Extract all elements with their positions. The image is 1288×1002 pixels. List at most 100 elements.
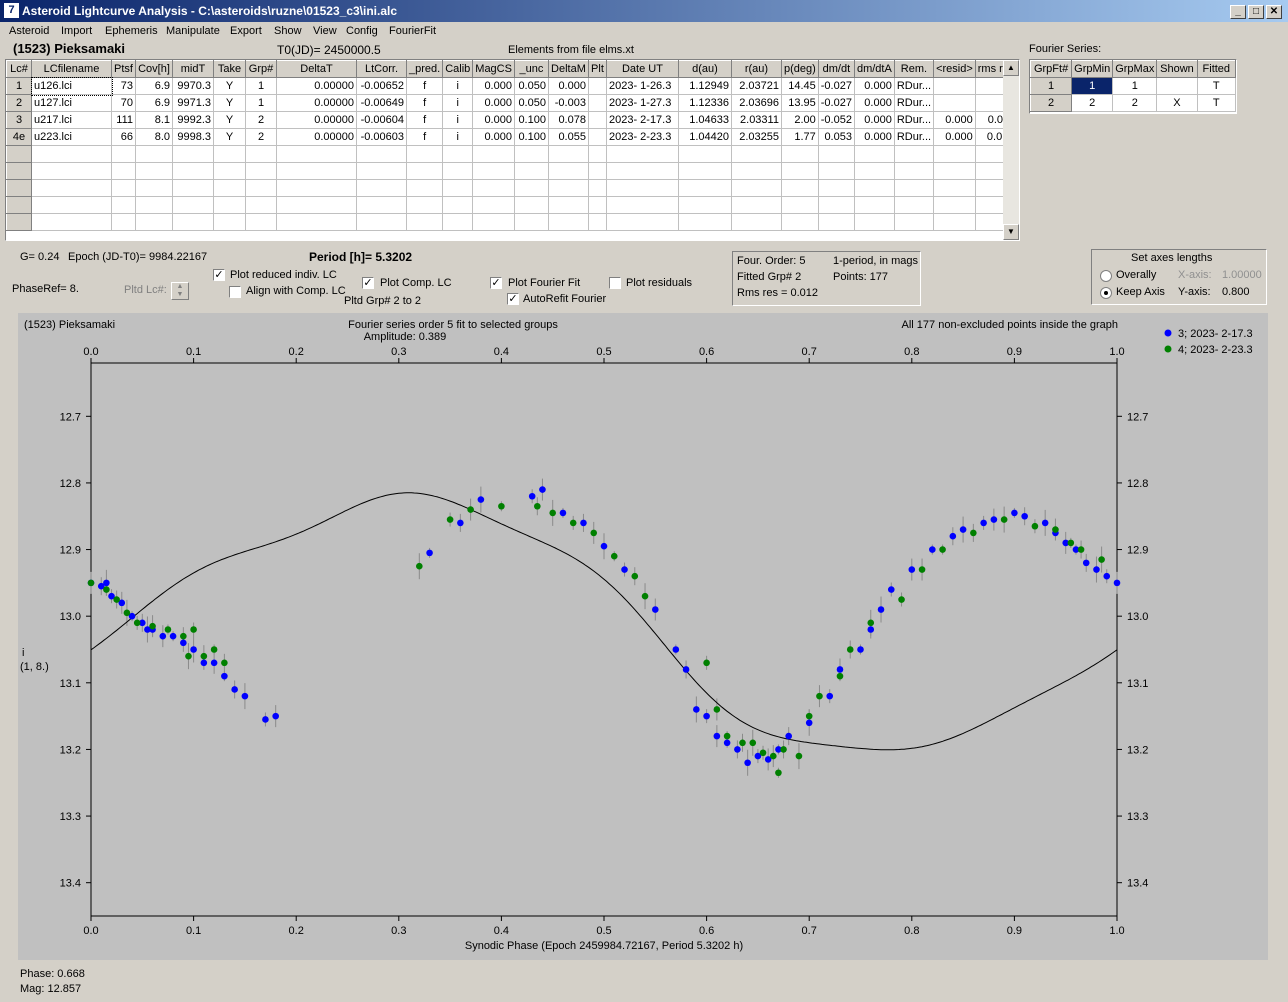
table-cell[interactable] (276, 179, 357, 197)
fourier-column-header[interactable]: GrpMin (1071, 60, 1114, 78)
table-cell[interactable] (933, 179, 976, 197)
table-cell[interactable] (245, 145, 277, 163)
table-cell[interactable]: u223.lci (31, 128, 112, 146)
table-cell[interactable] (172, 196, 214, 214)
table-cell[interactable]: 1.77 (780, 128, 819, 146)
fourier-cell[interactable]: 2 (1112, 94, 1158, 112)
fourier-cell[interactable]: 1 (1071, 77, 1114, 95)
table-cell[interactable] (356, 145, 407, 163)
table-cell[interactable] (405, 145, 444, 163)
table-cell[interactable]: Y (213, 77, 246, 95)
column-header[interactable]: Cov[h] (135, 60, 173, 78)
table-cell[interactable] (135, 162, 173, 180)
table-cell[interactable]: 2023- 1-27.3 (605, 94, 679, 112)
row-header[interactable] (6, 162, 32, 180)
plot-fourier-checkbox[interactable]: ✓ (490, 277, 502, 289)
table-cell[interactable] (172, 162, 214, 180)
table-cell[interactable]: 0.00000 (276, 128, 357, 146)
fourier-row-header[interactable]: 2 (1030, 94, 1073, 112)
table-cell[interactable]: 9971.3 (172, 94, 214, 112)
menu-asteroid[interactable]: Asteroid (9, 25, 49, 37)
table-cell[interactable]: 6.9 (135, 77, 173, 95)
table-cell[interactable] (31, 196, 112, 214)
row-header[interactable]: 3 (6, 111, 32, 129)
table-cell[interactable] (513, 145, 549, 163)
column-header[interactable]: Grp# (245, 60, 277, 78)
column-header[interactable]: MagCS (472, 60, 515, 78)
table-cell[interactable] (677, 179, 732, 197)
table-cell[interactable]: -0.00652 (356, 77, 407, 95)
column-header[interactable]: midT (172, 60, 214, 78)
fourier-row-header[interactable]: 1 (1030, 77, 1073, 95)
keep-axis-radio[interactable] (1100, 287, 1112, 299)
column-header[interactable]: d(au) (677, 60, 732, 78)
table-cell[interactable]: u126.lci (30, 76, 113, 96)
table-cell[interactable]: 0.000 (472, 77, 515, 95)
row-header[interactable]: 2 (6, 94, 32, 112)
table-cell[interactable]: 0.00000 (276, 77, 357, 95)
column-header[interactable]: DeltaM (547, 60, 589, 78)
table-cell[interactable] (893, 179, 935, 197)
table-cell[interactable] (605, 162, 679, 180)
menu-manipulate[interactable]: Manipulate (166, 25, 220, 37)
table-cell[interactable]: 9992.3 (172, 111, 214, 129)
table-cell[interactable] (817, 196, 855, 214)
table-cell[interactable] (472, 196, 515, 214)
table-cell[interactable]: -0.00649 (356, 94, 407, 112)
column-header[interactable]: p(deg) (780, 60, 819, 78)
table-cell[interactable] (245, 162, 277, 180)
table-cell[interactable] (172, 179, 214, 197)
table-cell[interactable] (172, 145, 214, 163)
table-cell[interactable] (587, 128, 607, 146)
table-cell[interactable] (605, 196, 679, 214)
column-header[interactable]: dm/dtA (853, 60, 895, 78)
table-cell[interactable] (605, 213, 679, 231)
table-cell[interactable] (933, 162, 976, 180)
table-cell[interactable] (677, 162, 732, 180)
table-cell[interactable]: 8.1 (135, 111, 173, 129)
table-cell[interactable] (547, 162, 589, 180)
table-cell[interactable] (893, 196, 935, 214)
table-cell[interactable] (135, 179, 173, 197)
table-cell[interactable] (111, 162, 136, 180)
table-cell[interactable] (677, 145, 732, 163)
table-cell[interactable]: u217.lci (31, 111, 112, 129)
fourier-cell[interactable]: 1 (1112, 77, 1158, 95)
menu-view[interactable]: View (313, 25, 337, 37)
table-cell[interactable] (213, 213, 246, 231)
column-header[interactable]: DeltaT (276, 60, 357, 78)
table-cell[interactable] (587, 111, 607, 129)
table-cell[interactable] (135, 213, 173, 231)
menu-export[interactable]: Export (230, 25, 262, 37)
table-cell[interactable] (853, 145, 895, 163)
table-cell[interactable] (213, 179, 246, 197)
table-cell[interactable] (513, 196, 549, 214)
table-cell[interactable] (817, 179, 855, 197)
table-cell[interactable] (513, 213, 549, 231)
table-cell[interactable] (933, 196, 976, 214)
table-cell[interactable] (677, 196, 732, 214)
table-cell[interactable]: RDur... (893, 77, 935, 95)
table-cell[interactable] (405, 213, 444, 231)
fourier-column-header[interactable]: Fitted (1196, 60, 1236, 78)
table-cell[interactable]: -0.00603 (356, 128, 407, 146)
table-cell[interactable] (780, 145, 819, 163)
table-cell[interactable]: 1.12949 (677, 77, 732, 95)
fourier-column-header[interactable]: GrpMax (1112, 60, 1158, 78)
table-cell[interactable] (730, 213, 782, 231)
table-cell[interactable] (405, 179, 444, 197)
plot-residuals-checkbox[interactable] (609, 277, 621, 289)
table-cell[interactable]: 0.000 (853, 128, 895, 146)
column-header[interactable]: Lc# (6, 60, 32, 78)
fourier-cell[interactable]: 2 (1071, 94, 1114, 112)
table-cell[interactable]: 0.000 (933, 111, 976, 129)
table-cell[interactable]: 111 (111, 111, 136, 129)
table-cell[interactable] (587, 94, 607, 112)
table-cell[interactable] (780, 162, 819, 180)
table-cell[interactable]: 14.45 (780, 77, 819, 95)
table-cell[interactable] (276, 162, 357, 180)
table-cell[interactable]: i (442, 77, 474, 95)
table-cell[interactable]: u127.lci (31, 94, 112, 112)
column-header[interactable]: Rem. (893, 60, 935, 78)
table-cell[interactable]: 0.100 (513, 111, 549, 129)
